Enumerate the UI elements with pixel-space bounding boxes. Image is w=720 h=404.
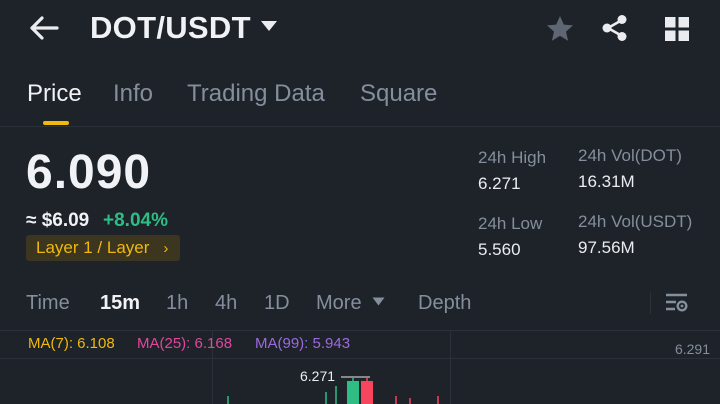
candle-body bbox=[361, 381, 373, 404]
candle-body bbox=[347, 381, 359, 404]
candlestick-chart[interactable] bbox=[0, 0, 720, 404]
